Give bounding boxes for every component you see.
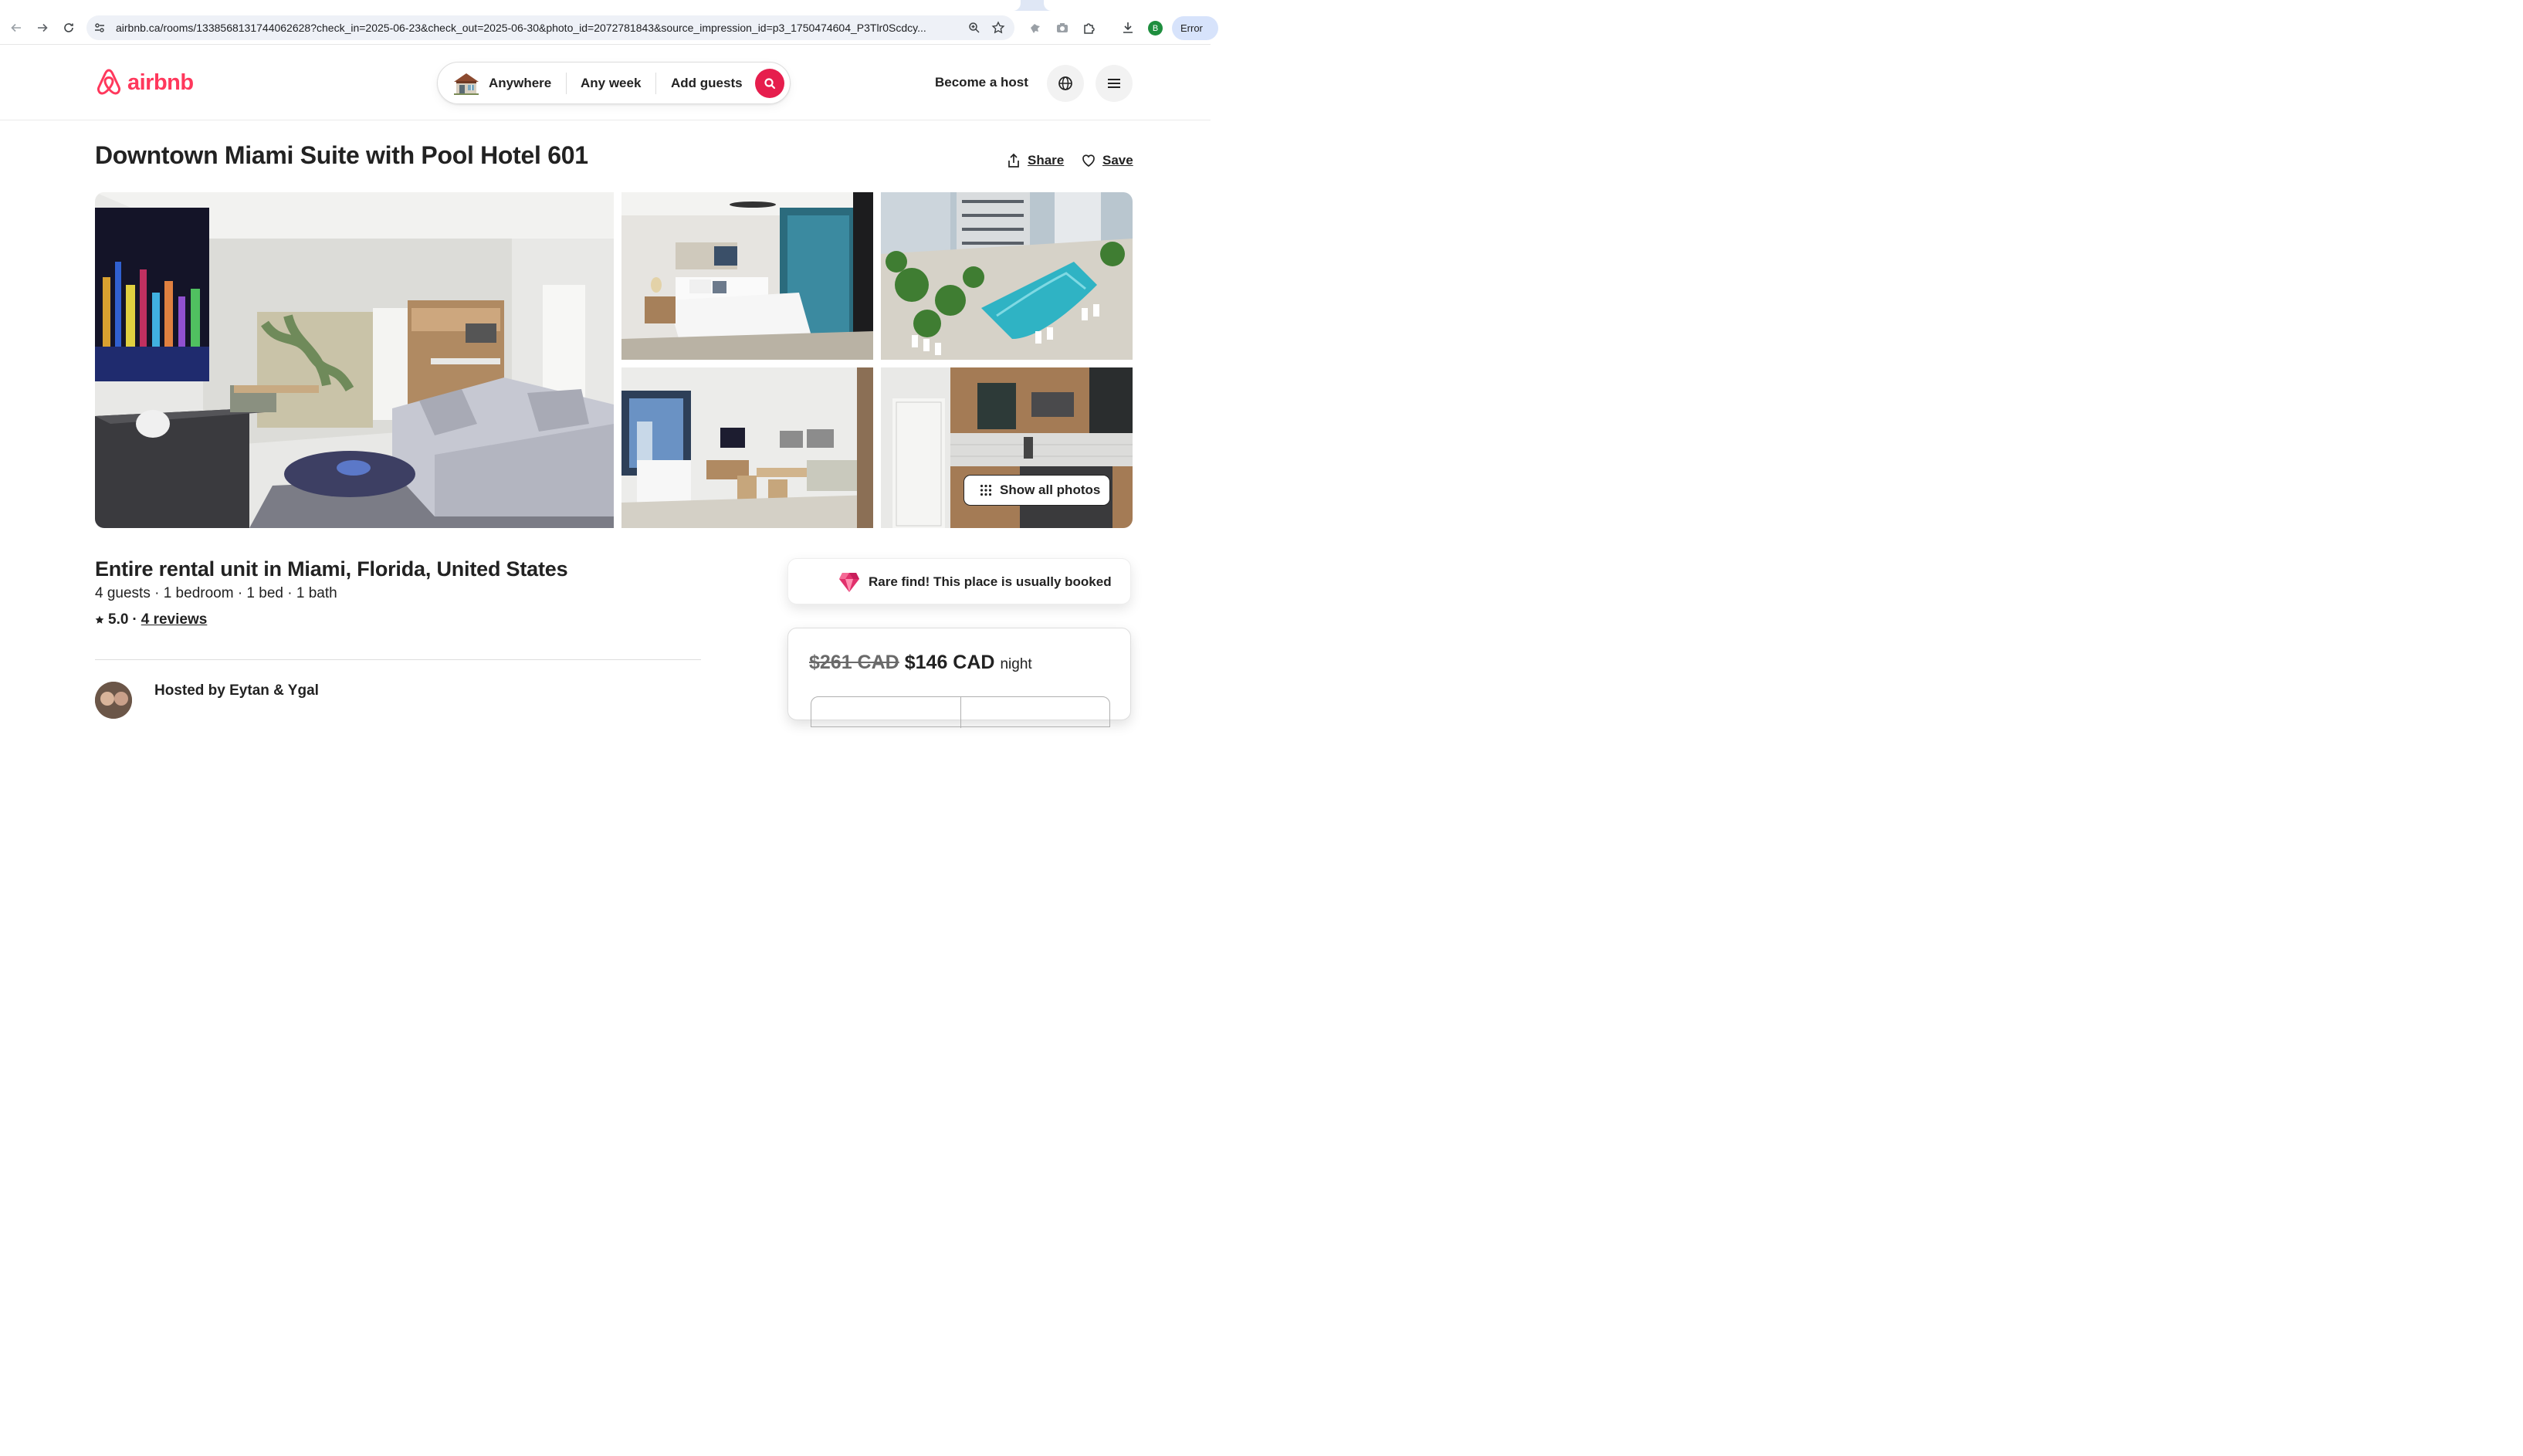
browser-tab-strip <box>0 0 1211 11</box>
airbnb-logo[interactable]: airbnb <box>95 68 194 97</box>
discounted-price: $146 CAD <box>904 652 995 673</box>
reload-icon[interactable] <box>59 18 79 38</box>
photo-bedroom[interactable] <box>621 192 873 360</box>
rare-find-card: Rare find! This place is usually booked <box>787 558 1131 604</box>
become-host-link[interactable]: Become a host <box>935 75 1028 90</box>
listing-subtitle: Entire rental unit in Miami, Florida, Un… <box>95 557 568 581</box>
rating-row: 5.0 · 4 reviews <box>95 611 207 628</box>
section-divider <box>95 659 701 660</box>
price-unit: night <box>1000 656 1032 672</box>
original-price: $261 CAD <box>809 652 899 673</box>
browser-tab[interactable] <box>1044 0 1211 11</box>
save-label: Save <box>1102 153 1133 168</box>
share-icon <box>1008 153 1019 168</box>
search-button[interactable] <box>755 69 784 98</box>
reviews-link[interactable]: 4 reviews <box>141 611 208 628</box>
puzzle-extensions-icon[interactable] <box>1082 20 1097 36</box>
zoom-icon[interactable] <box>967 20 982 36</box>
url-host: airbnb.ca <box>116 22 161 34</box>
error-chip[interactable]: Error <box>1172 16 1218 40</box>
house-icon <box>454 73 479 95</box>
browser-toolbar: airbnb.ca/rooms/1338568131744062628?chec… <box>0 11 1218 45</box>
search-divider <box>566 73 567 94</box>
main-photo-living-room[interactable] <box>95 192 614 528</box>
share-label: Share <box>1028 153 1065 168</box>
browser-active-tab[interactable] <box>0 0 1021 11</box>
listing-title: Downtown Miami Suite with Pool Hotel 601 <box>95 141 588 169</box>
rating-value: 5.0 <box>108 611 129 628</box>
rating-separator: · <box>132 611 137 628</box>
heart-icon <box>1082 154 1095 168</box>
site-header: airbnb Anywhere Any week Add guests Beco… <box>0 45 1211 120</box>
main-menu-button[interactable] <box>1096 65 1133 102</box>
price-line: $261 CAD $146 CAD night <box>809 652 1032 674</box>
extension-icon[interactable] <box>1028 20 1043 36</box>
search-where[interactable]: Anywhere <box>489 76 551 91</box>
star-icon <box>95 615 104 624</box>
photo-pool-aerial[interactable] <box>881 192 1133 360</box>
hosted-by-text: Hosted by Eytan & Ygal <box>154 682 319 699</box>
profile-avatar[interactable]: B <box>1148 21 1163 36</box>
language-button[interactable] <box>1047 65 1084 102</box>
date-divider <box>960 697 961 728</box>
hamburger-menu-icon <box>1108 79 1120 88</box>
bookmark-star-icon[interactable] <box>991 20 1006 36</box>
site-settings-icon[interactable] <box>93 21 107 35</box>
url-text[interactable]: airbnb.ca/rooms/1338568131744062628?chec… <box>116 22 961 34</box>
show-all-photos-label: Show all photos <box>1000 483 1101 497</box>
photo-dining-area[interactable] <box>621 367 873 528</box>
host-avatar[interactable] <box>95 682 132 719</box>
forward-icon[interactable] <box>32 18 52 38</box>
diamond-icon <box>839 573 859 592</box>
search-who[interactable]: Add guests <box>671 76 743 91</box>
rare-find-text: Rare find! This place is usually booked <box>869 574 1112 589</box>
listing-specs: 4 guests · 1 bedroom · 1 bed · 1 bath <box>95 585 337 601</box>
url-path: /rooms/1338568131744062628?check_in=2025… <box>160 22 926 34</box>
share-button[interactable]: Share <box>1006 152 1064 169</box>
globe-icon <box>1058 76 1072 90</box>
logo-wordmark: airbnb <box>127 69 194 95</box>
grid-dots-icon <box>980 484 992 496</box>
date-picker[interactable] <box>811 696 1110 728</box>
camera-icon[interactable] <box>1055 20 1070 36</box>
booking-card: $261 CAD $146 CAD night <box>787 628 1131 728</box>
search-when[interactable]: Any week <box>581 76 641 91</box>
download-icon[interactable] <box>1120 20 1136 36</box>
airbnb-belo-icon <box>97 69 121 95</box>
search-divider <box>655 73 656 94</box>
save-button[interactable]: Save <box>1081 152 1133 169</box>
search-icon <box>764 78 776 90</box>
show-all-photos-button[interactable]: Show all photos <box>963 475 1110 506</box>
back-icon[interactable] <box>6 18 26 38</box>
address-bar[interactable]: airbnb.ca/rooms/1338568131744062628?chec… <box>86 15 1014 40</box>
search-bar[interactable]: Anywhere Any week Add guests <box>437 62 791 104</box>
